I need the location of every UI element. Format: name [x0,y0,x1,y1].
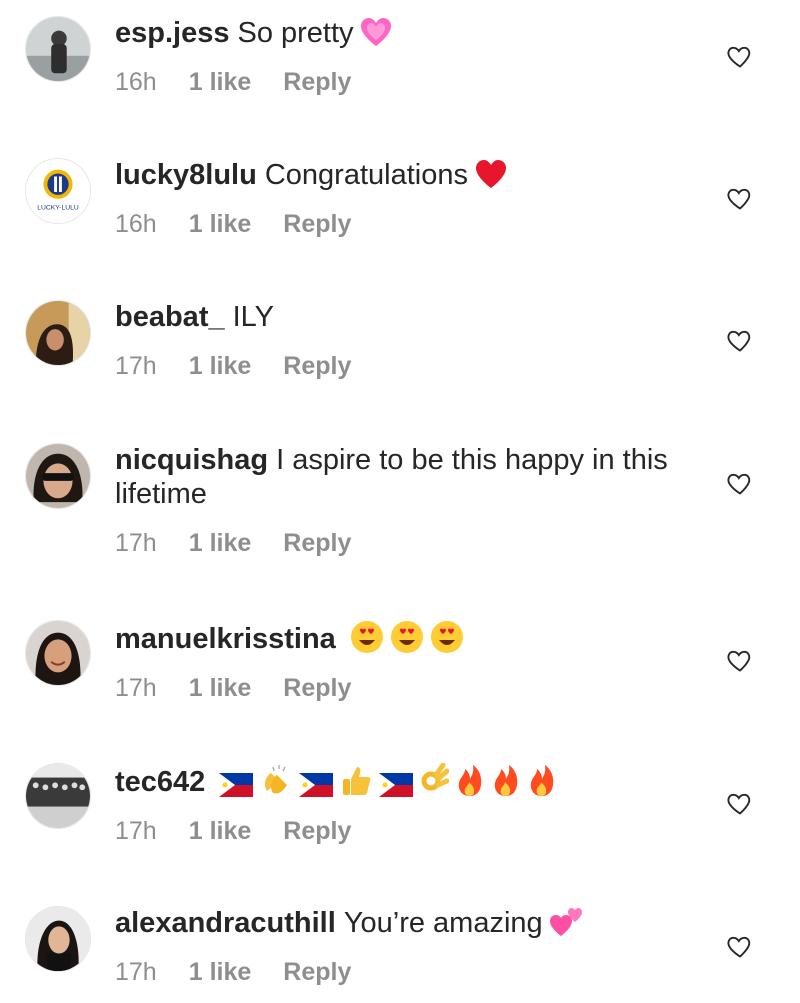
reply-button[interactable]: Reply [283,68,351,97]
comment-time: 17h [115,817,157,845]
like-heart-icon[interactable] [726,184,754,212]
pulsing-heart-icon [360,18,392,48]
comment-text: So pretty [237,17,354,49]
flag-ph-icon [299,773,334,797]
heart-eyes-icon [430,620,464,654]
comment-likes[interactable]: 1 like [189,210,252,239]
avatar[interactable] [25,620,91,686]
comment-text: ILY [232,301,274,333]
reply-button[interactable]: Reply [283,529,351,558]
reply-button[interactable]: Reply [283,817,351,846]
like-heart-icon[interactable] [726,789,754,817]
comment-likes[interactable]: 1 like [189,352,252,381]
comment-likes[interactable]: 1 like [189,674,252,703]
flag-ph-icon [379,773,414,797]
avatar[interactable] [25,763,91,829]
reply-button[interactable]: Reply [283,674,351,703]
comment-likes[interactable]: 1 like [189,817,252,846]
heart-eyes-icon [350,620,384,654]
comment-username[interactable]: manuelkrisstina [115,623,336,655]
flag-ph-icon [219,773,254,797]
fire-icon [527,763,557,797]
avatar[interactable] [25,16,91,82]
avatar[interactable] [25,443,91,509]
comment-username[interactable]: esp.jess [115,17,229,49]
reply-button[interactable]: Reply [283,210,351,239]
comment-username[interactable]: lucky8lulu [115,159,257,191]
avatar-logo-text: LUCKY-LULU [37,204,79,211]
comment-list: esp.jess So pretty 16h 1 like Reply LUCKY-L… [0,0,800,1003]
heart-eyes-icon [390,620,424,654]
like-heart-icon[interactable] [726,326,754,354]
ok-hand-icon [419,763,450,797]
reply-button[interactable]: Reply [283,958,351,987]
two-hearts-icon [549,906,585,938]
avatar[interactable] [25,906,91,972]
comment-time: 16h [115,210,157,238]
thumbs-up-icon [339,763,373,797]
fire-icon [455,763,485,797]
avatar[interactable] [25,300,91,366]
comment-time: 17h [115,674,157,702]
like-heart-icon[interactable] [726,646,754,674]
comment-time: 17h [115,529,157,557]
comment-likes[interactable]: 1 like [189,529,252,558]
comment-username[interactable]: tec642 [115,766,205,798]
avatar[interactable]: LUCKY-LULU [25,158,91,224]
comment-likes[interactable]: 1 like [189,68,252,97]
reply-button[interactable]: Reply [283,352,351,381]
like-heart-icon[interactable] [726,932,754,960]
comment-username[interactable]: nicquishag [115,444,268,476]
like-heart-icon[interactable] [726,469,754,497]
clapping-hands-icon [259,763,293,797]
red-heart-icon [474,160,508,190]
comment-username[interactable]: alexandracuthill [115,907,336,939]
comment-text: You’re amazing [343,907,543,939]
comment-username[interactable]: beabat_ [115,301,225,333]
comment-time: 17h [115,958,157,986]
comment-likes[interactable]: 1 like [189,958,252,987]
comment-text: Congratulations [264,159,468,191]
comment-time: 16h [115,68,157,96]
comment-time: 17h [115,352,157,380]
like-heart-icon[interactable] [726,42,754,70]
fire-icon [491,763,521,797]
